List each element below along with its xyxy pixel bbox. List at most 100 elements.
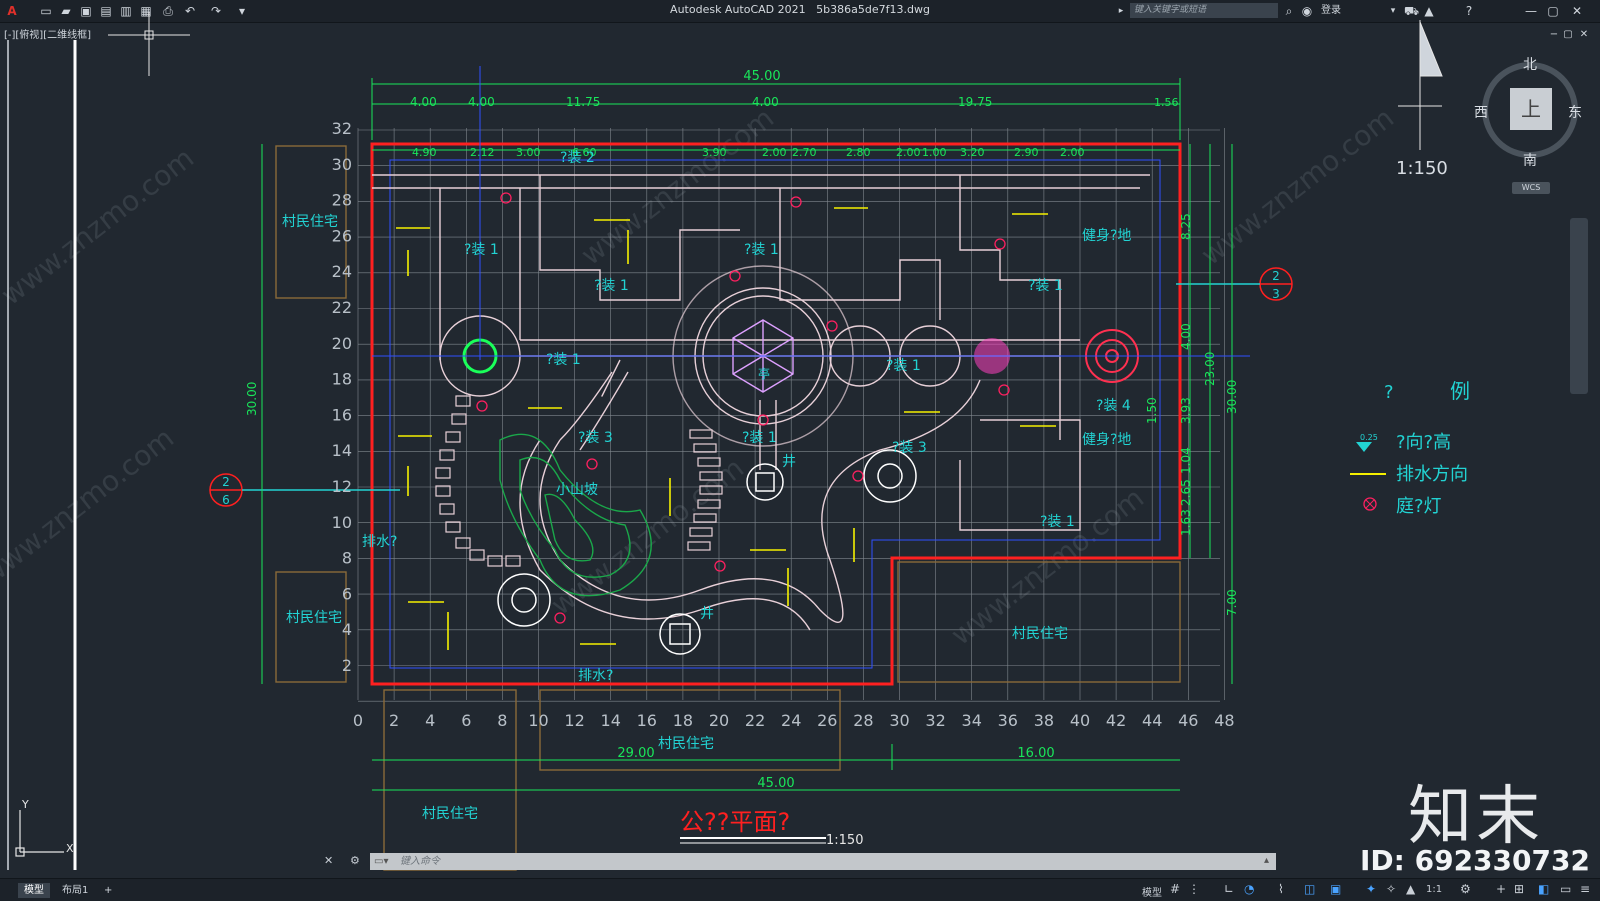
- dim-top: 19.75: [958, 95, 992, 109]
- cmd-history-icon[interactable]: ▴: [1264, 855, 1269, 866]
- y-tick-label: 4: [342, 620, 352, 639]
- dim-top-inner-value: 3.90: [702, 146, 727, 159]
- wcs-menu[interactable]: WCS: [1512, 182, 1550, 194]
- legend-item-label: 庭?灯: [1396, 496, 1442, 517]
- dim-bottom: 45.00: [757, 776, 794, 791]
- label-paving: ?装 1: [464, 242, 499, 258]
- navigation-bar[interactable]: [1570, 218, 1588, 394]
- dim-overall-height: 30.00: [245, 382, 259, 416]
- tab-layout1[interactable]: 布局1: [56, 883, 94, 898]
- dim-top-inner-value: 4.90: [412, 146, 437, 159]
- dim-right-value: 4.00: [1179, 323, 1193, 350]
- units-icon[interactable]: ⊞: [1514, 882, 1524, 896]
- cmd-customize-icon[interactable]: ⚙: [350, 854, 360, 867]
- dim-top-inner-value: 1.00: [922, 146, 947, 159]
- tab-model[interactable]: 模型: [18, 883, 50, 898]
- section-marker-bottom: 3: [1272, 287, 1280, 301]
- dim-top-inner-value: 3.20: [960, 146, 985, 159]
- dim-bottom: 16.00: [1017, 746, 1054, 761]
- label-pavilion: 亭: [758, 366, 770, 381]
- y-tick-label: 20: [332, 334, 352, 353]
- x-tick-label: 30: [889, 711, 909, 730]
- y-tick-label: 18: [332, 370, 352, 389]
- label-well: 井: [782, 454, 796, 470]
- label-paving: ?装 1: [1040, 514, 1075, 530]
- label-fitness: 健身?地: [1082, 432, 1131, 448]
- label-paving: ?装 1: [886, 358, 921, 374]
- polar-icon[interactable]: ◔: [1244, 882, 1254, 896]
- annotation-scale-icon[interactable]: ▲: [1406, 882, 1415, 896]
- label-fitness: 健身?地: [1082, 228, 1131, 244]
- lineweight-icon[interactable]: ▣: [1330, 882, 1341, 896]
- auto-scale-icon[interactable]: ✧: [1386, 882, 1396, 896]
- isolate-objects-icon[interactable]: ◧: [1538, 882, 1549, 896]
- x-tick-label: 24: [781, 711, 801, 730]
- resource-id: ID: 692330732: [1360, 844, 1590, 877]
- section-marker-top: 2: [1272, 269, 1280, 283]
- label-drain: 排水?: [362, 534, 397, 550]
- dim-right-value: 7.00: [1225, 589, 1239, 616]
- label-paving: ?装 1: [594, 278, 629, 294]
- compass-west[interactable]: 西: [1474, 102, 1488, 122]
- north-arrow: [1398, 20, 1443, 150]
- label-village-house: 村民住宅: [282, 214, 338, 230]
- dim-top-inner-value: 2.90: [1014, 146, 1039, 159]
- grid-icon[interactable]: #: [1170, 882, 1180, 896]
- x-tick-label: 20: [709, 711, 729, 730]
- clean-screen-icon[interactable]: ▭: [1560, 882, 1571, 896]
- annotation-monitor-icon[interactable]: +: [1496, 882, 1506, 896]
- dim-right-value: 8.25: [1179, 213, 1193, 240]
- x-tick-label: 46: [1178, 711, 1198, 730]
- dim-top-inner-value: 2.80: [846, 146, 871, 159]
- dim-right-value: 30.00: [1225, 380, 1239, 414]
- compass-south[interactable]: 南: [1523, 150, 1537, 170]
- hill-contours: [499, 433, 652, 597]
- dim-right-value: 23.00: [1203, 352, 1217, 386]
- dim-right-value: 1.63: [1179, 509, 1193, 536]
- snap-icon[interactable]: ⋮: [1188, 882, 1200, 896]
- dim-top: 11.75: [566, 95, 600, 109]
- x-tick-label: 12: [564, 711, 584, 730]
- ucs-icon: [15, 810, 64, 857]
- x-tick-label: 44: [1142, 711, 1162, 730]
- label-village-house: 村民住宅: [286, 610, 342, 626]
- status-bar: 模型 布局1 + 模型 # ⋮ ∟ ◔ ⌇ ◫ ▣ ✦ ✧ ▲ 1:1 ⚙ + …: [0, 878, 1600, 901]
- label-paving: ?装 2: [560, 150, 595, 166]
- x-tick-label: 8: [497, 711, 507, 730]
- x-tick-label: 32: [925, 711, 945, 730]
- x-tick-label: 10: [528, 711, 548, 730]
- osnap-tracking-icon[interactable]: ⌇: [1278, 882, 1284, 896]
- dim-overall-width: 45.00: [743, 69, 780, 84]
- cmd-recent-icon[interactable]: ▭▾: [374, 856, 388, 867]
- label-paving: ?装 1: [742, 430, 777, 446]
- model-space-button[interactable]: 模型: [1142, 884, 1162, 899]
- workspace-gear-icon[interactable]: ⚙: [1460, 882, 1471, 896]
- compass-north[interactable]: 北: [1523, 54, 1537, 74]
- ortho-icon[interactable]: ∟: [1224, 882, 1234, 896]
- drawing-title: 公??平面?: [680, 808, 790, 836]
- stepping-stones: [435, 395, 723, 567]
- dim-top-inner-value: 2.00: [1060, 146, 1085, 159]
- x-tick-label: 4: [425, 711, 435, 730]
- annotation-visibility-icon[interactable]: ✦: [1366, 882, 1376, 896]
- legend-item-label: 排水方向: [1396, 464, 1468, 485]
- osnap-icon[interactable]: ◫: [1304, 882, 1315, 896]
- viewcube-top-face[interactable]: 上: [1510, 88, 1552, 130]
- customization-menu-icon[interactable]: ≡: [1580, 882, 1590, 896]
- scale-dropdown[interactable]: 1:1: [1426, 884, 1442, 895]
- section-marker-bottom: 6: [222, 493, 230, 507]
- dim-top: 4.00: [410, 95, 437, 109]
- label-paving: ?装 3: [578, 430, 613, 446]
- label-paving: ?装 1: [1028, 278, 1063, 294]
- cmd-close-icon[interactable]: ✕: [324, 854, 333, 867]
- crosshair-cursor: [108, 12, 190, 76]
- compass-east[interactable]: 东: [1568, 102, 1582, 122]
- y-axis-ticks: 3230282624222018161412108642: [332, 119, 352, 675]
- y-tick-label: 28: [332, 191, 352, 210]
- add-layout-button[interactable]: +: [98, 883, 118, 898]
- village-houses: [275, 145, 1181, 871]
- legend-symbols: [1350, 442, 1386, 511]
- cad-drawing[interactable]: Y X 2 6 2 3 0.25 0 2 4 6 8 10 12 14 16 1…: [0, 0, 1600, 900]
- y-tick-label: 12: [332, 477, 352, 496]
- command-input[interactable]: 键入命令: [370, 853, 1276, 870]
